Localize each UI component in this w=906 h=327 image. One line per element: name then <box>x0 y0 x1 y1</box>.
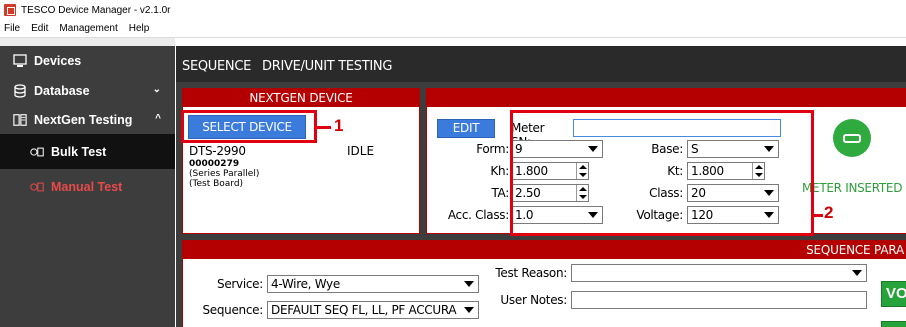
sidebar-item-manual-test[interactable]: Manual Test <box>0 169 175 204</box>
sequence-select[interactable]: DEFAULT SEQ FL, LL, PF ACCURA <box>267 301 479 319</box>
dropdown-arrow-icon <box>852 270 862 276</box>
acc-class-label: Acc. Class: <box>447 208 509 222</box>
menu-edit[interactable]: Edit <box>30 23 49 34</box>
sidebar: Devices Database ⌄ NextGen Testing ^ Bul… <box>0 46 175 327</box>
bulk-test-icon <box>30 145 44 159</box>
tab-sequence[interactable]: SEQUENCE <box>182 59 251 74</box>
sidebar-item-label: Database <box>34 83 90 98</box>
sidebar-item-label: NextGen Testing <box>34 112 133 127</box>
green-action-button-2[interactable] <box>881 321 906 327</box>
meter-inserted-icon <box>833 119 871 157</box>
sidebar-item-devices[interactable]: Devices <box>0 46 175 76</box>
tab-strip: SEQUENCE DRIVE/UNIT TESTING <box>176 46 906 82</box>
sequence-panel-header: SEQUENCE PARA <box>183 241 906 259</box>
callout-box-2 <box>510 110 814 236</box>
edit-button[interactable]: EDIT <box>437 119 495 138</box>
sidebar-item-label: Bulk Test <box>51 144 107 159</box>
nextgen-icon <box>13 113 27 127</box>
main-area: SEQUENCE DRIVE/UNIT TESTING NEXTGEN DEVI… <box>176 38 906 327</box>
test-reason-label: Test Reason: <box>495 266 567 280</box>
callout-number-2: 2 <box>824 203 834 222</box>
sidebar-item-database[interactable]: Database ⌄ <box>0 76 175 105</box>
service-value: 4-Wire, Wye <box>271 277 340 291</box>
sidebar-spacer <box>0 38 175 46</box>
service-select[interactable]: 4-Wire, Wye <box>267 275 479 293</box>
device-serial: 00000279 <box>189 159 240 169</box>
app-logo-icon <box>4 4 16 16</box>
kh-label: Kh: <box>490 164 509 178</box>
menu-bar: File Edit Management Help <box>0 20 906 38</box>
device-config: (Series Parallel) <box>189 169 260 179</box>
device-name: DTS-2990 <box>189 144 246 158</box>
dropdown-arrow-icon <box>464 307 474 313</box>
ta-label: TA: <box>491 186 509 200</box>
device-panel-header: NEXTGEN DEVICE <box>183 89 419 107</box>
callout-box-1 <box>181 110 317 143</box>
database-icon <box>13 83 27 98</box>
form-label: Form: <box>476 142 509 156</box>
menu-help[interactable]: Help <box>128 23 151 34</box>
callout-line-2 <box>814 214 823 217</box>
callout-number-1: 1 <box>334 116 344 135</box>
title-bar: TESCO Device Manager - v2.1.0r <box>0 0 906 20</box>
window-title: TESCO Device Manager - v2.1.0r <box>21 4 171 16</box>
sidebar-item-label: Devices <box>34 54 82 68</box>
sequence-value: DEFAULT SEQ FL, LL, PF ACCURA <box>271 303 457 317</box>
user-notes-input[interactable] <box>571 291 867 309</box>
meter-panel-header <box>427 89 906 107</box>
dropdown-arrow-icon <box>464 281 474 287</box>
sequence-params-panel: SEQUENCE PARA Service: 4-Wire, Wye Test … <box>182 240 906 327</box>
sequence-label: Sequence: <box>202 303 263 317</box>
sidebar-item-label: Manual Test <box>51 179 123 194</box>
green-action-button[interactable]: VO <box>881 281 906 307</box>
menu-management[interactable]: Management <box>58 23 118 34</box>
tab-drive-unit-testing[interactable]: DRIVE/UNIT TESTING <box>262 59 392 74</box>
test-reason-select[interactable] <box>571 264 867 282</box>
chevron-down-icon: ⌄ <box>152 84 161 95</box>
manual-test-icon <box>30 180 44 194</box>
user-notes-label: User Notes: <box>500 293 567 307</box>
meter-status: METER INSERTED <box>802 181 903 195</box>
monitor-icon <box>13 54 27 68</box>
chevron-up-icon: ^ <box>155 113 161 124</box>
sidebar-item-nextgen-testing[interactable]: NextGen Testing ^ <box>0 105 175 134</box>
device-status: IDLE <box>347 144 375 158</box>
callout-line-1 <box>317 126 331 129</box>
menu-file[interactable]: File <box>3 23 21 34</box>
service-label: Service: <box>217 277 263 291</box>
sidebar-item-bulk-test[interactable]: Bulk Test <box>0 134 175 169</box>
device-board: (Test Board) <box>189 179 244 189</box>
